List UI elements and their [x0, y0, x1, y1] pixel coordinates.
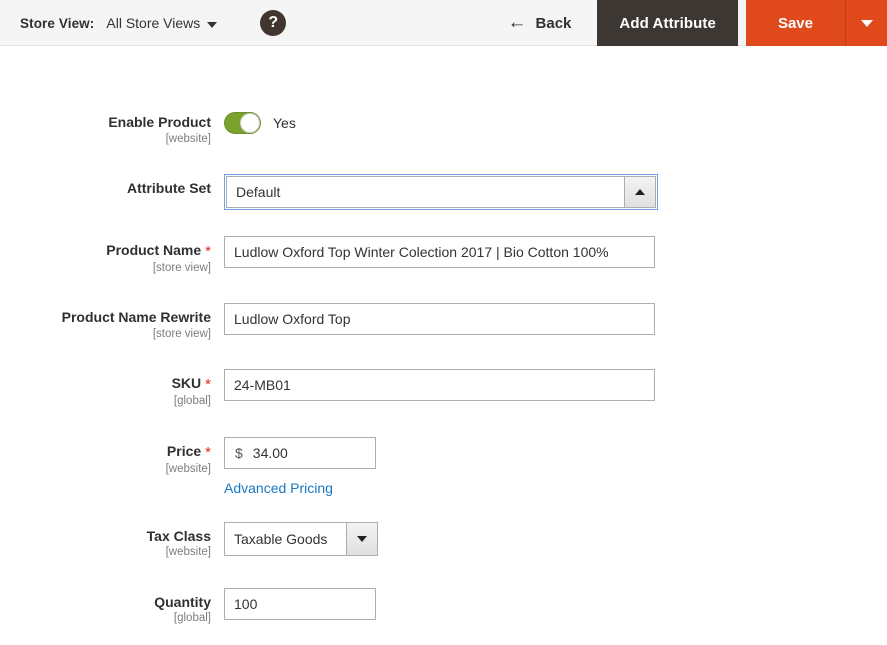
chevron-down-icon [860, 19, 873, 27]
field-label-text: Tax Class [146, 527, 211, 544]
field-label-enable-product: Enable Product [website] [0, 108, 224, 148]
store-view-label: Store View: [20, 15, 95, 31]
save-options-button[interactable] [845, 0, 887, 46]
field-label-price: Price * [website] [0, 437, 224, 478]
field-scope-text: [global] [173, 612, 211, 625]
field-label-text: Quantity [154, 593, 211, 610]
field-label-quantity: Quantity [global] [0, 588, 224, 628]
product-name-input[interactable] [224, 236, 655, 269]
toggle-knob [240, 113, 260, 133]
field-label-attribute-set: Attribute Set [0, 174, 224, 197]
field-control-attribute-set: Default [224, 174, 887, 211]
field-row-sku: SKU * [global] [0, 369, 887, 410]
save-split-button: Save [745, 0, 887, 46]
required-asterisk: * [205, 243, 211, 261]
help-icon[interactable]: ? [260, 9, 287, 36]
tax-class-arrow-button[interactable] [346, 521, 378, 556]
tax-class-select[interactable]: Taxable Goods [224, 521, 378, 556]
field-label-text: SKU * [171, 375, 211, 394]
enable-product-toggle-value: Yes [273, 115, 296, 131]
field-label-product-name: Product Name * [store view] [0, 236, 224, 277]
field-scope-text: [store view] [152, 262, 211, 275]
save-button[interactable]: Save [745, 0, 845, 46]
field-label-product-name-rewrite: Product Name Rewrite [store view] [0, 303, 224, 343]
field-scope-text: [global] [173, 395, 211, 408]
product-form: Enable Product [website] Yes Attribute S… [0, 46, 887, 628]
field-control-quantity [224, 587, 887, 620]
sku-input[interactable] [224, 369, 655, 402]
field-row-product-name-rewrite: Product Name Rewrite [store view] [0, 303, 887, 343]
currency-symbol: $ [235, 444, 243, 461]
field-control-price: $ Advanced Pricing [224, 436, 887, 496]
field-row-product-name: Product Name * [store view] [0, 236, 887, 277]
store-view-switcher[interactable]: Store View: All Store Views [20, 15, 218, 31]
page-header: Store View: All Store Views ? ← Back Add… [0, 0, 887, 46]
field-scope-text: [website] [165, 462, 211, 475]
chevron-down-icon [207, 21, 218, 28]
field-label-sku: SKU * [global] [0, 369, 224, 410]
field-label-text: Enable Product [108, 114, 211, 130]
chevron-down-icon [357, 535, 367, 542]
store-view-value[interactable]: All Store Views [106, 15, 200, 31]
field-scope-text: [website] [165, 132, 211, 145]
help-icon-glyph: ? [268, 13, 279, 31]
advanced-pricing-link[interactable]: Advanced Pricing [224, 480, 333, 496]
field-row-attribute-set: Attribute Set Default [0, 174, 887, 211]
attribute-set-arrow-button[interactable] [624, 176, 656, 209]
chevron-up-icon [635, 189, 645, 196]
back-button-label: Back [535, 14, 572, 32]
header-actions: ← Back Add Attribute Save [494, 0, 887, 46]
required-asterisk: * [205, 376, 211, 394]
field-row-price: Price* [website] $ Advanced Pricing [0, 436, 887, 496]
field-label-text: Price * [166, 442, 211, 461]
field-control-tax-class: Taxable Goods [224, 521, 887, 556]
field-row-quantity: Quantity [global] [0, 587, 887, 628]
price-input[interactable] [248, 437, 438, 468]
field-row-enable-product: Enable Product [website] Yes [0, 108, 887, 148]
arrow-left-icon: ← [507, 11, 527, 33]
field-label-text: Product Name Rewrite [61, 309, 211, 326]
quantity-input[interactable] [224, 587, 376, 620]
add-attribute-button[interactable]: Add Attribute [597, 0, 738, 46]
field-label-text: Product Name * [106, 242, 211, 261]
field-control-product-name [224, 236, 887, 269]
field-scope-text: [website] [165, 546, 211, 559]
tax-class-value[interactable]: Taxable Goods [224, 521, 346, 556]
field-label-tax-class: Tax Class [website] [0, 522, 224, 562]
back-button[interactable]: ← Back [494, 0, 598, 46]
required-asterisk: * [205, 443, 211, 461]
attribute-set-select[interactable]: Default [224, 174, 658, 211]
field-label-text: Attribute Set [127, 180, 211, 197]
enable-product-toggle-wrap: Yes [224, 108, 887, 134]
attribute-set-value[interactable]: Default [226, 176, 624, 209]
field-control-product-name-rewrite [224, 303, 887, 336]
field-row-tax-class: Tax Class [website] Taxable Goods [0, 521, 887, 562]
field-control-enable-product: Yes [224, 108, 887, 134]
product-name-rewrite-input[interactable] [224, 303, 655, 336]
enable-product-toggle[interactable] [224, 112, 261, 134]
price-input-group: $ [224, 436, 438, 469]
field-scope-text: [store view] [152, 328, 211, 341]
field-control-sku [224, 369, 887, 402]
